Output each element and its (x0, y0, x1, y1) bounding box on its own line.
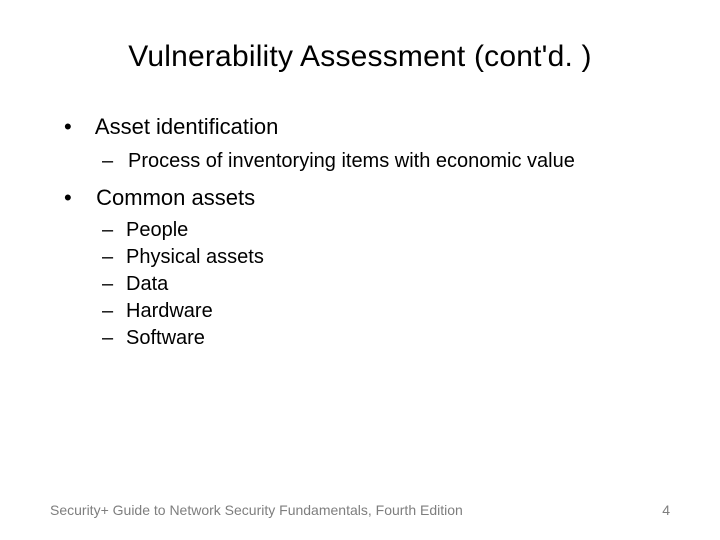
list-item: Hardware (102, 300, 670, 323)
list-item: Data (102, 273, 670, 296)
footer-source: Security+ Guide to Network Security Fund… (50, 502, 463, 518)
slide-footer: Security+ Guide to Network Security Fund… (50, 502, 670, 518)
list-item: Software (102, 327, 670, 350)
list-item-label: People (126, 219, 188, 242)
list-item-label: Software (126, 327, 205, 350)
bullet-list: Asset identification Process of inventor… (68, 114, 670, 350)
sub-bullet-list: Process of inventorying items with econo… (68, 150, 670, 173)
slide-title: Vulnerability Assessment (cont'd. ) (50, 40, 670, 74)
bullet-asset-identification: Asset identification Process of inventor… (68, 114, 670, 173)
page-number: 4 (662, 502, 670, 518)
bullet-label: Common assets (96, 185, 255, 210)
list-item-label: Data (126, 273, 168, 296)
slide-content: Asset identification Process of inventor… (50, 114, 670, 350)
bullet-common-assets: Common assets People Physical assets Dat… (68, 185, 670, 350)
list-item: People (102, 219, 670, 242)
list-item-label: Hardware (126, 300, 213, 323)
list-item: Physical assets (102, 246, 670, 269)
sub-bullet-process: Process of inventorying items with econo… (102, 150, 670, 173)
sub-bullet-label: Process of inventorying items with econo… (128, 150, 575, 172)
list-item-label: Physical assets (126, 246, 264, 269)
slide: Vulnerability Assessment (cont'd. ) Asse… (0, 0, 720, 540)
bullet-label: Asset identification (95, 114, 278, 139)
assets-list: People Physical assets Data Hardware Sof… (68, 219, 670, 350)
